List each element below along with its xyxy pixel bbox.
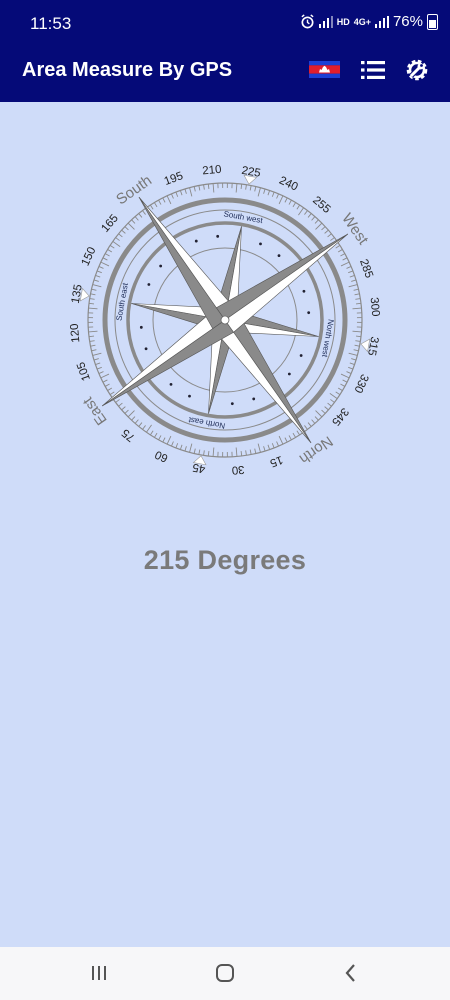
navigation-bar	[0, 947, 450, 1000]
app-header: 11:53 HD 4G+ 76% Area Measure By GPS	[0, 0, 450, 102]
degree-label: 15	[268, 453, 284, 469]
signal-icon	[318, 15, 333, 28]
degree-label: 120	[69, 323, 83, 343]
heading-readout: 215 Degrees	[143, 545, 307, 575]
degree-label: 75	[120, 426, 138, 443]
degree-label: 105	[75, 360, 93, 382]
degree-label: 135	[70, 283, 85, 304]
degree-label: 30	[231, 463, 245, 476]
app-title: Area Measure By GPS	[22, 59, 233, 81]
degree-label: 225	[241, 165, 262, 180]
degree-label: 165	[99, 212, 121, 234]
dial-dot	[287, 372, 291, 376]
degree-label: 60	[153, 448, 170, 464]
degree-label: 315	[365, 336, 380, 357]
cardinal-label: South	[113, 172, 155, 208]
dial-dot	[169, 382, 173, 386]
degree-label: 255	[310, 194, 332, 216]
compass-dial: 15 30 45 60 75 105 120 135 150 165 195 210 225 240 255…	[55, 150, 395, 490]
degree-label: 300	[368, 297, 382, 317]
screen: 11:53 HD 4G+ 76% Area Measure By GPS 15 …	[0, 0, 450, 1000]
dial-dot	[259, 242, 262, 246]
cardinal-label: West	[338, 210, 372, 248]
dial-dot	[139, 325, 143, 329]
battery-percent: 76%	[392, 13, 423, 30]
settings-wrench-icon[interactable]	[404, 57, 430, 83]
back-icon[interactable]	[339, 961, 363, 985]
signal-icon	[374, 15, 389, 28]
degree-label: 330	[351, 372, 370, 394]
status-icons: HD 4G+ 76%	[300, 13, 438, 30]
dial-dot	[188, 394, 191, 398]
status-time: 11:53	[30, 14, 72, 33]
compass-rose: 15 30 45 60 75 105 120 135 150165 195 210 225 240 255…	[69, 164, 382, 476]
degree-label: 195	[163, 170, 185, 188]
dial-dot	[302, 289, 306, 293]
network-type: 4G+	[353, 16, 371, 27]
dial-dot	[194, 239, 198, 243]
cardinal-label: East	[79, 393, 111, 428]
status-bar: 11:53 HD 4G+ 76%	[0, 0, 450, 50]
battery-icon	[427, 13, 438, 30]
degree-label: 45	[192, 461, 207, 475]
dial-dot	[216, 234, 220, 238]
cambodia-flag-icon[interactable]	[309, 61, 340, 78]
degree-label: 210	[202, 164, 222, 178]
recent-apps-icon[interactable]	[87, 961, 111, 985]
hd-indicator: HD	[336, 16, 350, 27]
alarm-icon	[301, 14, 314, 29]
dial-dot	[230, 402, 234, 406]
dial-dot	[277, 254, 281, 258]
degree-label: 150	[80, 245, 99, 267]
rose-center	[220, 315, 230, 325]
cardinal-label: North	[296, 432, 336, 467]
list-menu-icon[interactable]	[361, 59, 385, 81]
degree-label: 285	[357, 258, 375, 280]
dial-dot	[147, 283, 151, 286]
home-icon[interactable]	[213, 961, 237, 985]
dial-dot	[144, 347, 148, 351]
degree-label: 345	[329, 405, 351, 427]
dial-dot	[252, 397, 256, 401]
degree-label: 240	[277, 175, 299, 194]
dial-dot	[307, 311, 311, 315]
dial-dot	[159, 264, 163, 268]
dial-dot	[299, 354, 303, 357]
